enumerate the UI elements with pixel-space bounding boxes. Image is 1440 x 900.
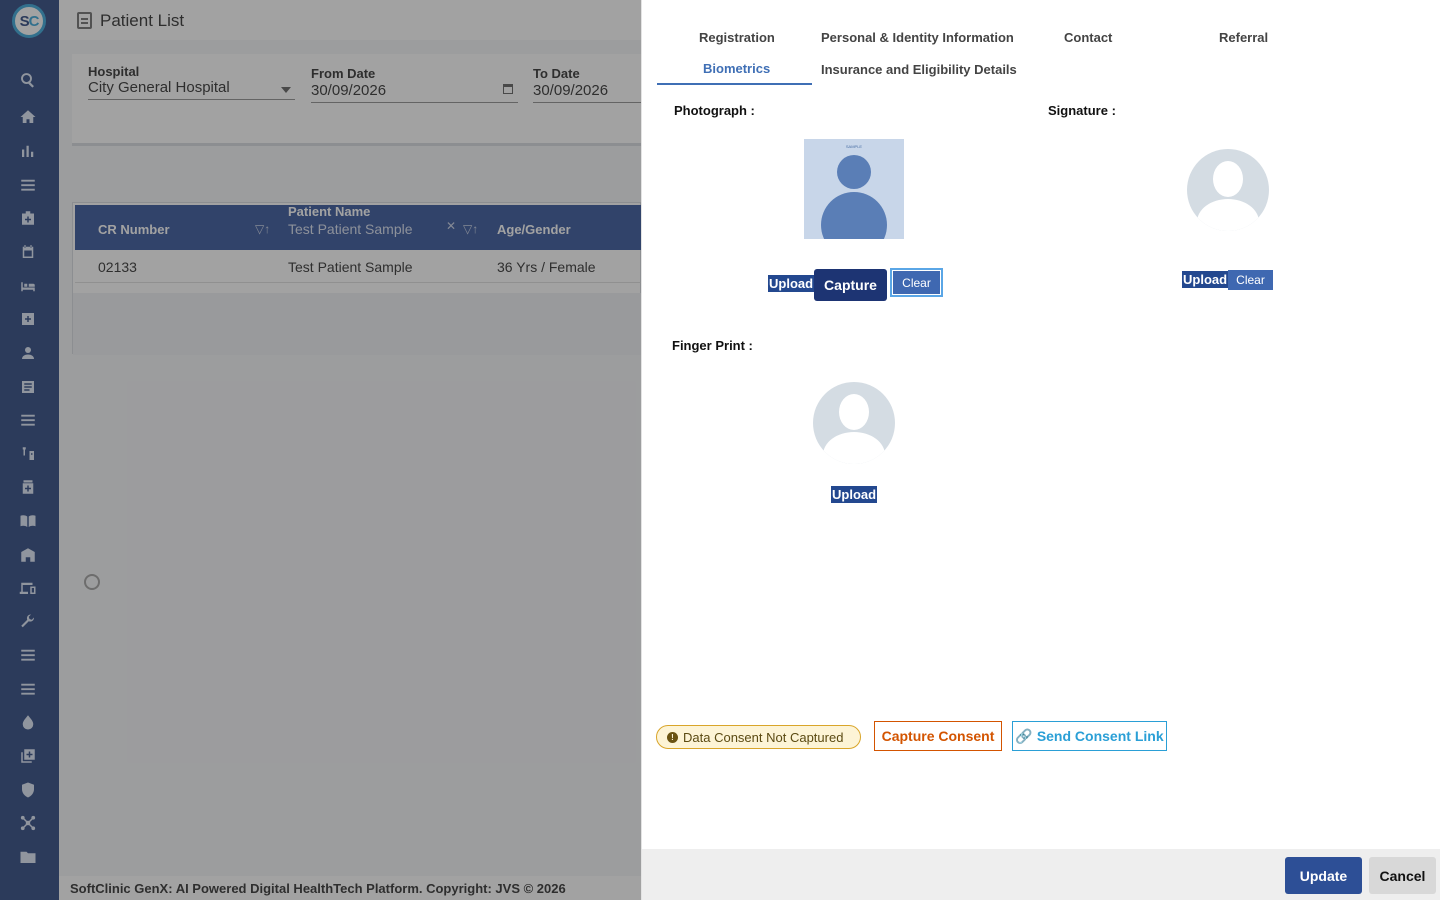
- fingerprint-placeholder-icon: [813, 382, 895, 464]
- tab-contact[interactable]: Contact: [1064, 30, 1112, 45]
- photograph-preview: SAMPLE: [804, 139, 904, 239]
- fingerprint-upload-button[interactable]: Upload: [831, 486, 878, 503]
- person-placeholder-icon: [837, 155, 871, 189]
- tab-biometrics[interactable]: Biometrics: [703, 61, 770, 76]
- person-placeholder-body: [821, 192, 887, 239]
- warning-icon: !: [667, 731, 678, 743]
- photo-clear-button[interactable]: Clear: [890, 268, 943, 297]
- photo-upload-button[interactable]: Upload: [768, 275, 815, 292]
- signature-clear-button[interactable]: Clear: [1228, 270, 1273, 290]
- update-button[interactable]: Update: [1285, 857, 1362, 894]
- patient-edit-drawer: Registration Personal & Identity Informa…: [641, 0, 1440, 900]
- consent-status-text: Data Consent Not Captured: [683, 729, 844, 745]
- tab-personal-identity[interactable]: Personal & Identity Information: [821, 30, 1014, 45]
- modal-backdrop[interactable]: [0, 0, 641, 900]
- capture-consent-button[interactable]: Capture Consent: [874, 721, 1002, 751]
- cancel-button[interactable]: Cancel: [1369, 857, 1436, 894]
- tab-insurance-eligibility[interactable]: Insurance and Eligibility Details: [821, 62, 1017, 77]
- consent-status-badge: ! Data Consent Not Captured: [656, 725, 861, 749]
- tab-referral[interactable]: Referral: [1219, 30, 1268, 45]
- drawer-footer: Update Cancel: [642, 849, 1440, 900]
- photograph-label: Photograph :: [674, 103, 755, 118]
- sample-tag: SAMPLE: [845, 144, 863, 149]
- send-consent-link-button[interactable]: 🔗 Send Consent Link: [1012, 721, 1167, 751]
- send-consent-link-label: Send Consent Link: [1036, 728, 1164, 744]
- signature-label: Signature :: [1048, 103, 1116, 118]
- signature-placeholder-icon: [1187, 149, 1269, 231]
- signature-upload-button[interactable]: Upload: [1182, 271, 1229, 288]
- photo-capture-button[interactable]: Capture: [814, 269, 887, 301]
- fingerprint-label: Finger Print :: [672, 338, 753, 353]
- link-icon: 🔗: [1015, 727, 1033, 744]
- active-tab-indicator: [657, 83, 812, 85]
- tab-registration[interactable]: Registration: [699, 30, 775, 45]
